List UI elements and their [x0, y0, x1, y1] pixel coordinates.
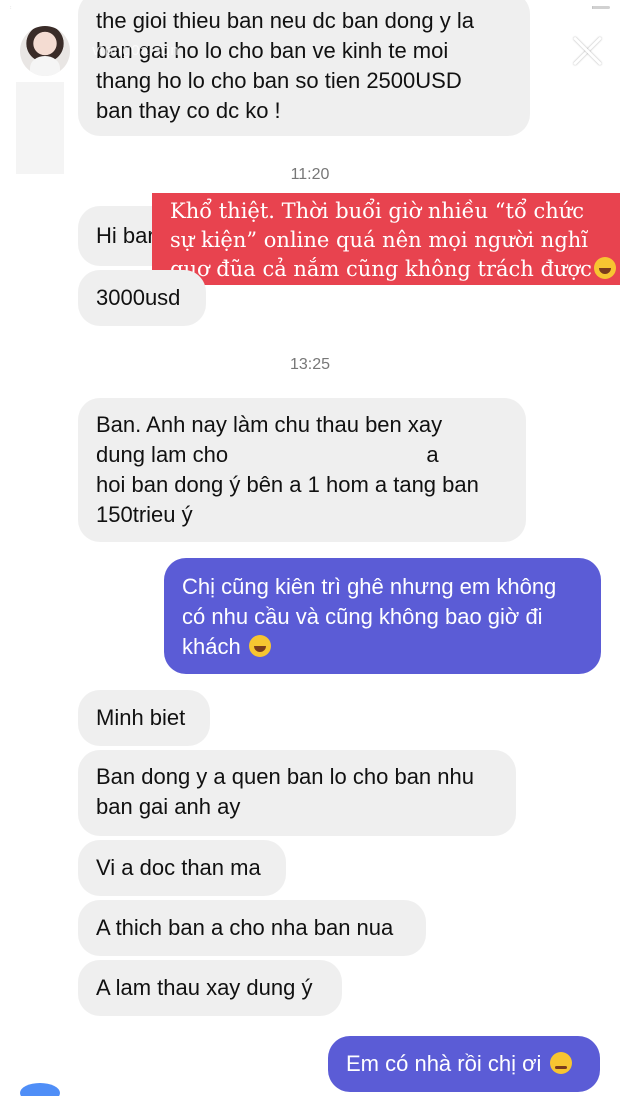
message-incoming: the gioi thieu ban neu dc ban dong y la … — [78, 0, 530, 136]
message-incoming: A lam thau xay dung ý — [78, 960, 342, 1016]
laughing-emoji — [248, 635, 271, 657]
caption-line: sự kiện” online quá nên mọi người nghĩ — [170, 228, 589, 252]
composer-camera-icon[interactable] — [20, 1083, 60, 1096]
caption-line: Khổ thiệt. Thời buổi giờ nhiều “tổ chức — [170, 199, 585, 223]
message-incoming: Minh biet — [78, 690, 210, 746]
timestamp: 11:20 — [290, 166, 330, 183]
message-text: Minh biet — [96, 705, 186, 730]
close-icon[interactable] — [570, 34, 604, 68]
message-line: the gioi thieu ban neu dc ban dong y la — [96, 8, 474, 33]
message-text: Hi ban — [96, 223, 160, 248]
message-outgoing: Chị cũng kiên trì ghê nhưng em không có … — [164, 558, 601, 674]
blurred-strip — [16, 82, 64, 174]
message-text: Em có nhà rồi chị ơi — [346, 1051, 542, 1076]
message-line: 150trieu ý — [96, 502, 193, 527]
redaction-blur — [234, 444, 421, 464]
message-line-redacted: dung lam cho a — [96, 442, 439, 467]
crying-emoji — [549, 1052, 572, 1074]
story-username[interactable]: vtpng0a.sqn — [92, 42, 179, 59]
message-incoming: A thich ban a cho nha ban nua — [78, 900, 426, 956]
message-text: A lam thau xay dung ý — [96, 975, 313, 1000]
message-incoming: Ban. Anh nay làm chu thau ben xay dung l… — [78, 398, 526, 542]
message-text: 3000usd — [96, 285, 181, 310]
message-incoming: Ban dong y a quen ban lo cho ban nhu ban… — [78, 750, 516, 836]
timestamp: 13:25 — [289, 356, 331, 373]
avatar[interactable] — [20, 26, 70, 76]
message-line: ban thay co dc ko ! — [96, 98, 281, 123]
message-line: khách — [182, 634, 241, 659]
message-line: hoi ban dong ý bên a 1 hom a tang ban — [96, 472, 479, 497]
message-outgoing: Em có nhà rồi chị ơi — [328, 1036, 600, 1092]
story-caption-overlay: Khổ thiệt. Thời buổi giờ nhiều “tổ chức … — [152, 193, 620, 285]
message-line: Chị cũng kiên trì ghê nhưng em không — [182, 574, 557, 599]
message-text: Vi a doc than ma — [96, 855, 261, 880]
message-line: có nhu cầu và cũng không bao giờ đi — [182, 604, 543, 629]
message-line: ban gai anh ay — [96, 794, 241, 819]
message-line: Ban dong y a quen ban lo cho ban nhu — [96, 764, 474, 789]
message-line: Ban. Anh nay làm chu thau ben xay — [96, 412, 443, 437]
message-line: thang ho lo cho ban so tien 2500USD — [96, 68, 462, 93]
grinning-emoji — [593, 257, 616, 279]
message-incoming: Vi a doc than ma — [78, 840, 286, 896]
message-incoming: 3000usd — [78, 270, 206, 326]
message-text: A thich ban a cho nha ban nua — [96, 915, 394, 940]
caption-line: quơ đũa cả nắm cũng không trách được — [170, 257, 592, 281]
